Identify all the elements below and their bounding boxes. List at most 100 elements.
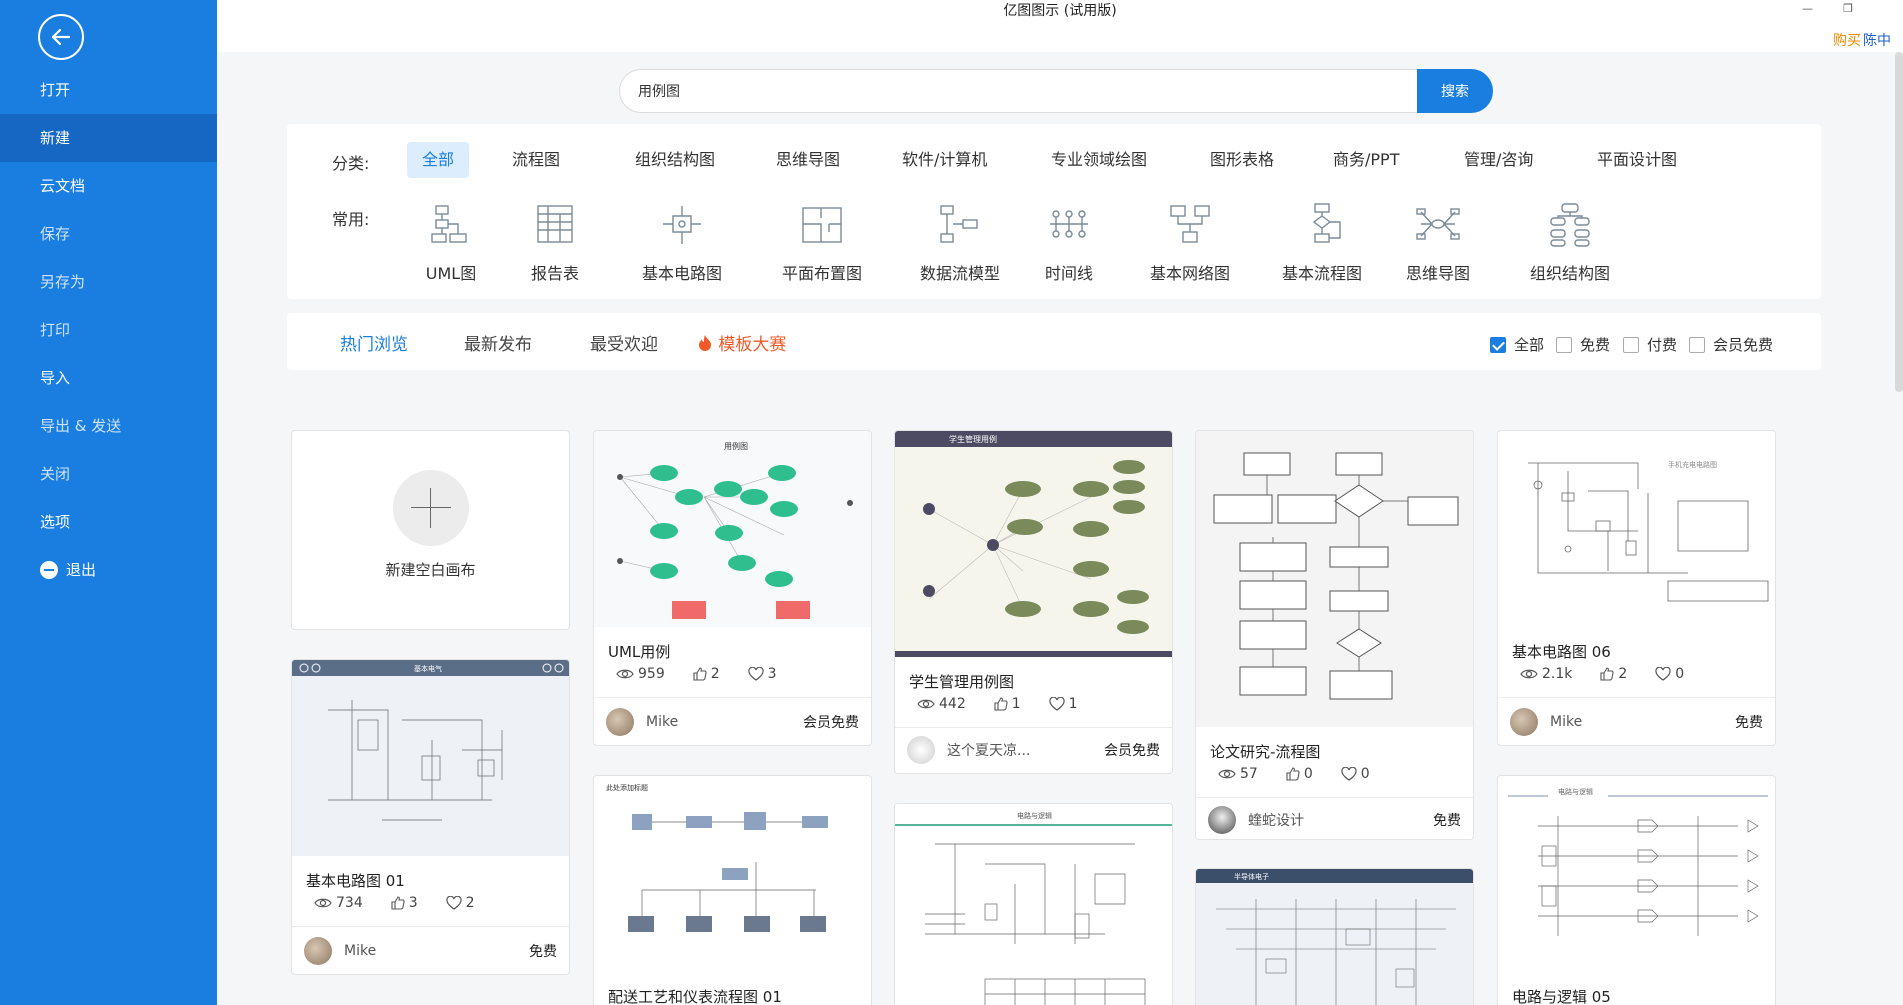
app-title: 亿图图示 (试用版)	[1003, 3, 1117, 19]
template-card[interactable]: 论文研究-流程图 57 0 0 蝰蛇设计 免费	[1195, 430, 1474, 840]
user-menu[interactable]: 陈中	[1863, 30, 1903, 50]
sidebar-menu: 打开 新建 云文档 保存 另存为 打印 导入 导出 & 发送 关闭 选项 退出	[0, 66, 217, 594]
template-stats: 959 2 3	[616, 666, 777, 682]
template-thumbnail: 学生管理用例	[895, 431, 1172, 657]
avatar	[606, 708, 634, 736]
exit-icon	[40, 561, 58, 579]
filter-all[interactable]: 全部	[1490, 334, 1544, 355]
category-flowchart[interactable]: 流程图	[497, 142, 575, 178]
search-button[interactable]: 搜索	[1417, 69, 1493, 113]
sidebar-item-save-as[interactable]: 另存为	[0, 258, 217, 306]
sidebar-item-import[interactable]: 导入	[0, 354, 217, 402]
common-basic-flowchart[interactable]: 基本流程图	[1267, 202, 1377, 284]
template-card[interactable]: 基本电气 基本电路图 01 734 3 2 Mike 免费	[291, 659, 570, 975]
thumbs-up-icon	[693, 667, 707, 681]
sidebar-item-options[interactable]: 选项	[0, 498, 217, 546]
category-business[interactable]: 商务/PPT	[1318, 142, 1414, 178]
common-circuit[interactable]: 基本电路图	[632, 202, 732, 284]
minimize-button[interactable]: —	[1802, 2, 1813, 15]
search-input[interactable]	[619, 69, 1419, 113]
svg-text:基本电气: 基本电气	[414, 664, 442, 673]
svg-text:用例图: 用例图	[724, 441, 748, 451]
circuit-icon	[663, 206, 701, 244]
flowchart-icon	[1312, 203, 1341, 243]
template-card[interactable]: 半导体电子	[1195, 868, 1474, 1005]
category-professional[interactable]: 专业领域绘图	[1036, 142, 1162, 178]
template-card[interactable]: 用例图 UML用例 959 2 3 Mike 会员免费	[593, 430, 872, 746]
uml-icon	[431, 205, 467, 243]
template-card[interactable]: 电路与逻辑	[894, 803, 1173, 1005]
tab-hot[interactable]: 热门浏览	[340, 330, 408, 355]
sidebar: 打开 新建 云文档 保存 另存为 打印 导入 导出 & 发送 关闭 选项 退出	[0, 0, 217, 1005]
sidebar-item-print[interactable]: 打印	[0, 306, 217, 354]
svg-text:电路与逻辑: 电路与逻辑	[1017, 811, 1052, 820]
tab-contest[interactable]: 模板大赛	[697, 330, 786, 355]
common-network[interactable]: 基本网络图	[1135, 202, 1245, 284]
template-thumbnail	[1196, 431, 1473, 727]
tab-latest[interactable]: 最新发布	[464, 330, 532, 355]
common-orgchart[interactable]: 组织结构图	[1515, 202, 1625, 284]
category-all[interactable]: 全部	[407, 142, 470, 178]
author-name: Mike	[344, 943, 377, 959]
price-label: 会员免费	[1104, 743, 1160, 759]
avatar	[1208, 806, 1236, 834]
fire-icon	[699, 335, 711, 351]
sidebar-item-cloud[interactable]: 云文档	[0, 162, 217, 210]
common-uml[interactable]: UML图	[421, 202, 481, 284]
eye-icon	[1218, 769, 1236, 779]
buy-link[interactable]: 购买	[1833, 30, 1861, 50]
category-tables[interactable]: 图形表格	[1195, 142, 1289, 178]
template-title: UML用例	[608, 643, 671, 661]
price-label: 免费	[529, 944, 557, 960]
checkbox-icon	[1623, 336, 1639, 353]
price-label: 会员免费	[803, 715, 859, 731]
category-panel: 分类: 全部 流程图 组织结构图 思维导图 软件/计算机 专业领域绘图 图形表格…	[287, 124, 1821, 299]
common-report[interactable]: 报告表	[525, 202, 585, 284]
svg-text:电路与逻辑: 电路与逻辑	[1558, 787, 1593, 796]
timeline-icon	[1050, 210, 1088, 238]
svg-text:手机充电电路图: 手机充电电路图	[1668, 460, 1717, 469]
arrow-left-icon	[51, 28, 71, 46]
category-software[interactable]: 软件/计算机	[887, 142, 1002, 178]
sidebar-item-open[interactable]: 打开	[0, 66, 217, 114]
new-blank-canvas-card[interactable]: 新建空白画布	[291, 430, 570, 630]
category-label: 分类:	[332, 154, 370, 173]
filter-free[interactable]: 免费	[1556, 334, 1610, 355]
filter-member-free[interactable]: 会员免费	[1689, 334, 1773, 355]
sidebar-item-new[interactable]: 新建	[0, 114, 217, 162]
template-card[interactable]: 学生管理用例 学生管理用例图 442 1 1 这个夏天凉... 会员免费	[894, 430, 1173, 774]
common-dataflow[interactable]: 数据流模型	[905, 202, 1015, 284]
sidebar-item-close[interactable]: 关闭	[0, 450, 217, 498]
template-stats: 57 0 0	[1218, 766, 1370, 782]
thumbs-up-icon	[1286, 767, 1300, 781]
common-mindmap[interactable]: 思维导图	[1393, 202, 1483, 284]
heart-icon	[1655, 667, 1671, 681]
template-thumbnail: 用例图	[594, 431, 871, 627]
orgchart-icon	[1550, 203, 1590, 247]
category-mindmap[interactable]: 思维导图	[761, 142, 855, 178]
template-card[interactable]: 手机充电电路图 基本电路图 06 2.1k 2 0 Mike 免费	[1497, 430, 1776, 746]
template-card[interactable]: 电路与逻辑 电路与逻辑 05	[1497, 775, 1776, 1005]
heart-icon	[446, 896, 462, 910]
back-button[interactable]	[38, 14, 84, 60]
filter-paid[interactable]: 付费	[1623, 334, 1677, 355]
template-card[interactable]: 此处添加标题 配送工艺和仪表流程图 01	[593, 775, 872, 1005]
template-stats: 442 1 1	[917, 696, 1078, 712]
heart-icon	[1049, 697, 1065, 711]
sidebar-item-export[interactable]: 导出 & 发送	[0, 402, 217, 450]
author-name: 这个夏天凉...	[947, 743, 1031, 759]
scrollbar[interactable]	[1895, 52, 1903, 392]
common-floorplan[interactable]: 平面布置图	[767, 202, 877, 284]
sidebar-item-exit[interactable]: 退出	[0, 546, 217, 594]
common-timeline[interactable]: 时间线	[1029, 202, 1109, 284]
svg-text:此处添加标题: 此处添加标题	[606, 783, 648, 792]
tab-popular[interactable]: 最受欢迎	[590, 330, 658, 355]
restore-button[interactable]: ❐	[1843, 2, 1853, 15]
sidebar-item-save[interactable]: 保存	[0, 210, 217, 258]
price-label: 免费	[1735, 715, 1763, 731]
category-management[interactable]: 管理/咨询	[1449, 142, 1548, 178]
category-graphic-design[interactable]: 平面设计图	[1582, 142, 1692, 178]
dataflow-icon	[940, 205, 978, 243]
template-stats: 2.1k 2 0	[1520, 666, 1684, 682]
category-orgchart[interactable]: 组织结构图	[620, 142, 730, 178]
